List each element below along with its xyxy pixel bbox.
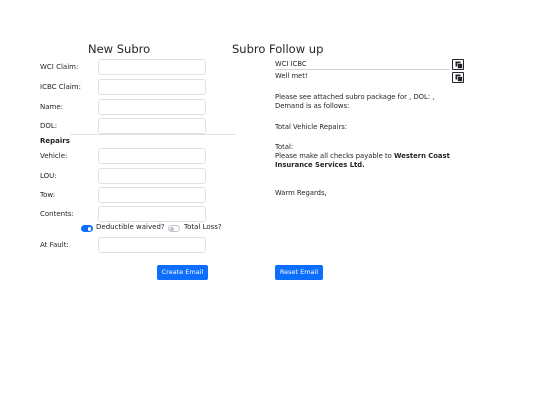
name-field[interactable] xyxy=(98,99,206,115)
company-name-part1: Western Coast xyxy=(393,152,450,160)
contents-field[interactable] xyxy=(98,206,206,222)
tow-label: Tow: xyxy=(40,191,56,199)
deductible-waived-label: Deductible waived? xyxy=(96,223,165,231)
cheque-payable-text: Please make all checks payable to xyxy=(275,152,392,160)
tow-field[interactable] xyxy=(98,187,206,203)
new-subro-title: New Subro xyxy=(88,42,151,56)
email-subject: WCI ICBC xyxy=(275,60,307,68)
wci-claim-field[interactable] xyxy=(98,59,206,75)
switch-knob xyxy=(87,227,91,231)
email-greeting: Well met! xyxy=(275,72,308,80)
vehicle-field[interactable] xyxy=(98,148,206,164)
lou-label: LOU: xyxy=(40,172,57,180)
subro-follow-up-title: Subro Follow up xyxy=(232,42,324,56)
total-vehicle-repairs: Total Vehicle Repairs: xyxy=(275,123,348,131)
company-name-part2: Insurance Services Ltd. xyxy=(275,161,365,169)
repairs-heading: Repairs xyxy=(40,137,70,145)
dol-field[interactable] xyxy=(98,118,206,134)
subject-divider xyxy=(275,69,450,70)
copy-icon[interactable] xyxy=(452,72,464,83)
at-fault-field[interactable] xyxy=(98,237,206,253)
icbc-claim-field[interactable] xyxy=(98,79,206,95)
name-label: Name: xyxy=(40,103,64,111)
company-name-line: Insurance Services Ltd. xyxy=(275,161,365,169)
deductible-waived-switch[interactable] xyxy=(81,225,93,232)
vehicle-label: Vehicle: xyxy=(40,152,68,160)
email-body-line2: Demand is as follows: xyxy=(275,102,350,110)
contents-label: Contents: xyxy=(40,210,74,218)
create-email-button[interactable]: Create Email xyxy=(157,265,208,280)
total-loss-label: Total Loss? xyxy=(184,223,222,231)
copy-icon[interactable] xyxy=(452,59,464,70)
email-total: Total: xyxy=(275,143,294,151)
repairs-divider xyxy=(70,134,236,135)
lou-field[interactable] xyxy=(98,168,206,184)
email-body-line1: Please see attached subro package for , … xyxy=(275,93,435,101)
wci-claim-label: WCI Claim: xyxy=(40,63,79,71)
icbc-claim-label: ICBC Claim: xyxy=(40,83,81,91)
reset-email-button[interactable]: Reset Email xyxy=(275,265,323,280)
email-closing: Warm Regards, xyxy=(275,189,327,197)
cheque-payable-line: Please make all checks payable to Wester… xyxy=(275,152,450,160)
total-loss-switch[interactable] xyxy=(168,225,180,232)
dol-label: DOL: xyxy=(40,122,58,130)
at-fault-label: At Fault: xyxy=(40,241,69,249)
switch-knob xyxy=(170,227,174,231)
